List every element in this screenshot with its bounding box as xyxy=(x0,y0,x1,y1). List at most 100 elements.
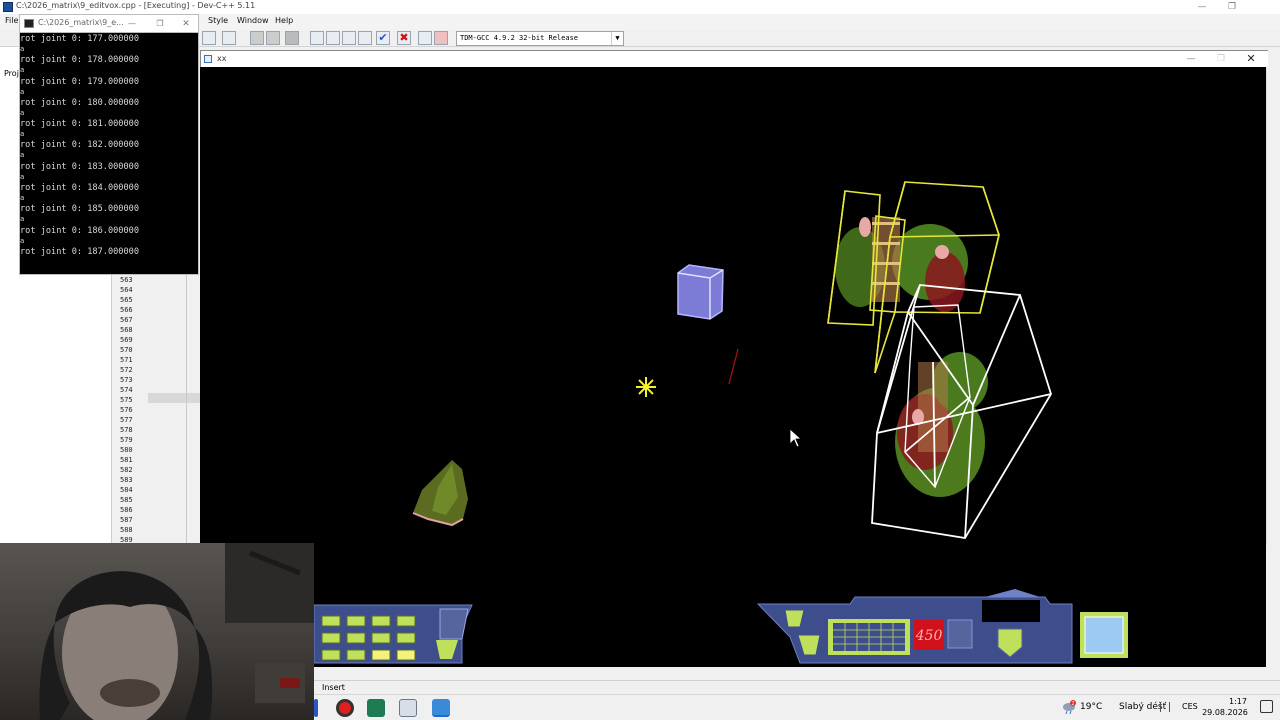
console-line: rot joint 0: 179.000000 a xyxy=(20,76,198,97)
line-number: 583 xyxy=(120,476,133,484)
language-indicator[interactable]: CES xyxy=(1182,702,1198,711)
weather-temperature[interactable]: 19°C xyxy=(1080,702,1102,712)
compiler-select[interactable]: TDM-GCC 4.9.2 32-bit Release ▼ xyxy=(456,31,624,46)
game-restore-button[interactable]: ❐ xyxy=(1206,52,1236,66)
console-close-button[interactable]: ✕ xyxy=(174,17,198,31)
devcpp-window-title: C:\2026_matrix\9_editvox.cpp - [Executin… xyxy=(16,1,256,10)
line-number: 563 xyxy=(120,276,133,284)
hud-counter: 450 xyxy=(915,628,943,644)
taskbar-terminal-icon[interactable] xyxy=(367,699,385,717)
grid-icon[interactable] xyxy=(358,31,372,45)
game-titlebar: xx — ❐ ✕ xyxy=(200,50,1268,67)
line-number: 585 xyxy=(120,496,133,504)
console-key-text: a xyxy=(20,66,25,75)
redo-icon[interactable] xyxy=(266,31,280,45)
debug-icon[interactable] xyxy=(434,31,448,45)
line-number: 578 xyxy=(120,426,133,434)
line-number: 574 xyxy=(120,386,133,394)
red-line xyxy=(728,348,739,385)
console-line: rot joint 0: 184.000000 a xyxy=(20,182,198,203)
undo-icon[interactable] xyxy=(250,31,264,45)
line-number: 582 xyxy=(120,466,133,474)
console-key-text: a xyxy=(20,130,25,139)
line-number: 575 xyxy=(120,396,133,404)
stop-execution-icon[interactable]: ✖ xyxy=(397,31,411,45)
line-number: 571 xyxy=(120,356,133,364)
console-line: rot joint 0: 180.000000 a xyxy=(20,97,198,118)
line-number: 566 xyxy=(120,306,133,314)
weather-rain-icon[interactable]: 2 xyxy=(1062,700,1076,714)
menu-window[interactable]: Window xyxy=(237,16,269,25)
network-icon[interactable] xyxy=(1160,702,1170,712)
game-viewport[interactable]: 450 xyxy=(200,67,1266,667)
console-line: rot joint 0: 187.000000 xyxy=(20,246,198,267)
weather-badge: 2 xyxy=(1071,701,1074,707)
console-rot-text: rot joint 0: 182.000000 xyxy=(20,140,139,151)
console-rot-text: rot joint 0: 183.000000 xyxy=(20,161,139,172)
devcpp-restore-button[interactable]: ❐ xyxy=(1217,0,1247,14)
console-line: rot joint 0: 181.000000 a xyxy=(20,118,198,139)
console-rot-text: rot joint 0: 177.000000 xyxy=(20,34,139,44)
line-number: 588 xyxy=(120,526,133,534)
arrange-icon[interactable] xyxy=(342,31,356,45)
notification-icon[interactable] xyxy=(1260,700,1273,713)
line-number: 581 xyxy=(120,456,133,464)
menu-style[interactable]: Style xyxy=(208,16,228,25)
profile-chart-icon[interactable] xyxy=(418,31,432,45)
console-icon xyxy=(24,19,34,28)
new-project-icon[interactable] xyxy=(202,31,216,45)
console-titlebar: C:\2026_matrix\9_e... — ❐ ✕ xyxy=(19,14,199,33)
devcpp-statusbar: Insert xyxy=(314,680,1280,694)
chevron-down-icon[interactable]: ▼ xyxy=(611,32,623,45)
console-line: rot joint 0: 182.000000 a xyxy=(20,139,198,160)
game-window-title: xx xyxy=(217,54,227,63)
console-window-title: C:\2026_matrix\9_e... xyxy=(38,18,124,27)
game-app-icon xyxy=(204,55,212,63)
console-minimize-button[interactable]: — xyxy=(120,17,144,31)
clock-date[interactable]: 29.08.2026 xyxy=(1200,708,1250,717)
line-number-list: 563 564 565 566 567 568 569 570 571 572 573 574 575 5… xyxy=(120,275,150,545)
line-number: 564 xyxy=(120,286,133,294)
devcpp-app-icon xyxy=(3,2,13,12)
tab-project[interactable]: Proj xyxy=(4,69,19,78)
taskbar-recorder-icon[interactable] xyxy=(336,699,354,717)
console-line: rot joint 0: 178.000000 a xyxy=(20,54,198,75)
console-line: rot joint 0: 183.000000 a xyxy=(20,161,198,182)
menu-help[interactable]: Help xyxy=(275,16,293,25)
console-rot-text: rot joint 0: 187.000000 xyxy=(20,246,139,257)
taskbar-game-icon[interactable] xyxy=(432,699,450,717)
check-syntax-icon[interactable]: ✔ xyxy=(376,31,390,45)
console-key-text: a xyxy=(20,194,25,203)
cascade-icon[interactable] xyxy=(326,31,340,45)
mouse-cursor-icon xyxy=(789,428,803,448)
console-key-text: a xyxy=(20,151,25,160)
taskbar-app-edge[interactable] xyxy=(314,699,318,717)
current-line-highlight xyxy=(148,393,200,403)
game-close-button[interactable]: ✕ xyxy=(1236,52,1266,66)
console-rot-text: rot joint 0: 184.000000 xyxy=(20,183,139,194)
console-line-list: rot joint 0: 177.000000 a rot joint 0: 178… xyxy=(20,33,198,267)
line-number: 577 xyxy=(120,416,133,424)
console-key-text: a xyxy=(20,108,25,117)
blue-cube xyxy=(677,264,724,320)
editor-scrollbar[interactable] xyxy=(1266,67,1280,545)
console-rot-text: rot joint 0: 180.000000 xyxy=(20,97,139,108)
devcpp-minimize-button[interactable]: — xyxy=(1187,0,1217,14)
console-key-text: a xyxy=(20,215,25,224)
tile-icon[interactable] xyxy=(310,31,324,45)
taskbar-devcpp-icon[interactable] xyxy=(399,699,417,717)
line-number: 567 xyxy=(120,316,133,324)
console-line: rot joint 0: 186.000000 a xyxy=(20,225,198,246)
line-number: 572 xyxy=(120,366,133,374)
console-restore-button[interactable]: ❐ xyxy=(148,17,172,31)
compiler-select-value: TDM-GCC 4.9.2 32-bit Release xyxy=(460,34,579,42)
devcpp-titlebar: C:\2026_matrix\9_editvox.cpp - [Executin… xyxy=(0,0,1280,14)
console-rot-text: rot joint 0: 186.000000 xyxy=(20,225,139,236)
game-minimize-button[interactable]: — xyxy=(1176,52,1206,66)
bookmark-icon[interactable] xyxy=(285,31,299,45)
hud-status-panel xyxy=(756,589,1128,664)
menu-file[interactable]: File xyxy=(5,16,18,25)
clock-time[interactable]: 1:17 xyxy=(1218,697,1258,706)
class-browser-icon[interactable] xyxy=(222,31,236,45)
game-scene: 450 xyxy=(313,181,1128,664)
